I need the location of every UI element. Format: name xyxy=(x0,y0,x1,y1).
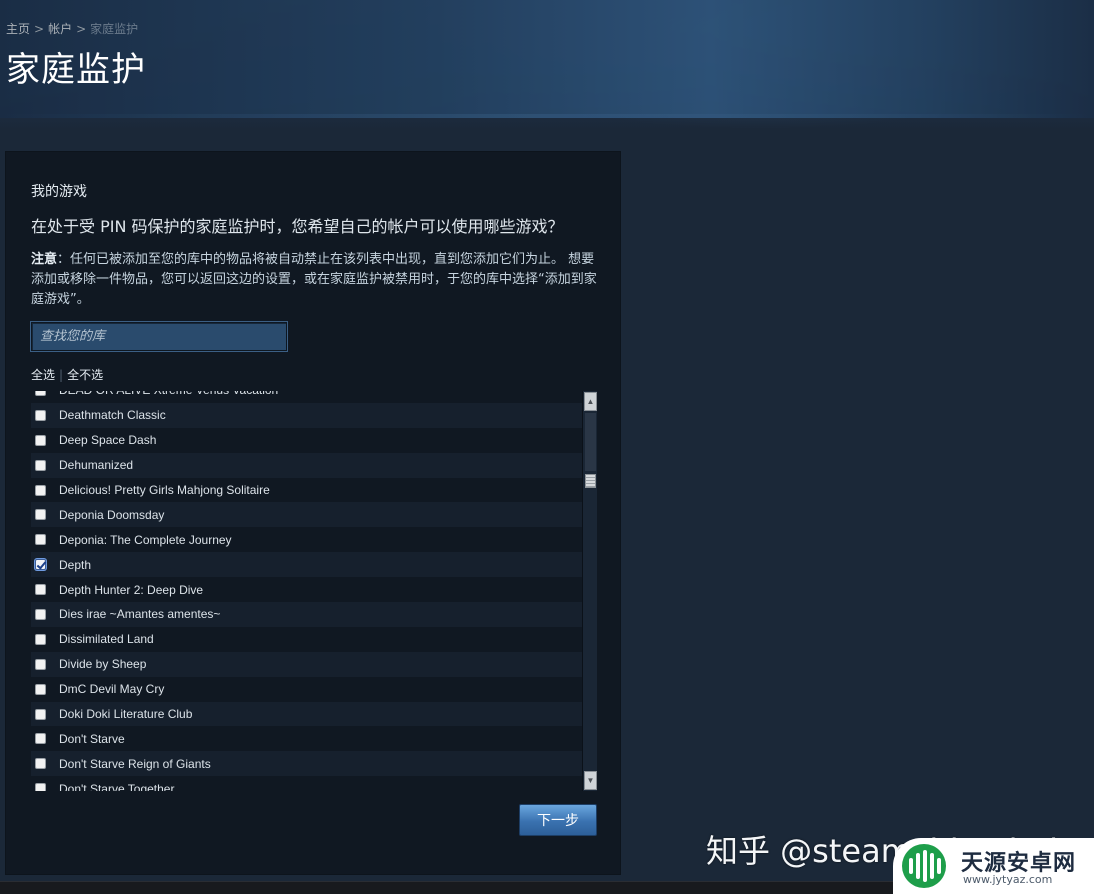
game-checkbox[interactable] xyxy=(35,534,46,546)
breadcrumb-separator: > xyxy=(76,22,87,36)
game-row[interactable]: DmC Devil May Cry xyxy=(31,676,582,702)
select-divider: | xyxy=(59,368,64,382)
breadcrumb-home[interactable]: 主页 xyxy=(6,22,30,36)
game-row[interactable]: Dissimilated Land xyxy=(31,626,582,652)
game-row[interactable]: Don't Starve Together xyxy=(31,776,582,791)
game-checkbox[interactable] xyxy=(35,758,46,770)
game-checkbox[interactable] xyxy=(35,391,46,396)
library-search-input[interactable] xyxy=(31,322,287,351)
game-row[interactable]: Deathmatch Classic xyxy=(31,402,582,428)
watermark-brand-url: www.jytyaz.com xyxy=(963,873,1053,886)
game-label: Divide by Sheep xyxy=(59,657,147,672)
list-scrollbar[interactable]: ▲ ▼ xyxy=(582,391,597,791)
game-checkbox[interactable] xyxy=(35,434,46,446)
select-links: 全选 | 全不选 xyxy=(31,366,103,383)
section-title: 我的游戏 xyxy=(31,184,87,200)
game-row[interactable]: Divide by Sheep xyxy=(31,651,582,677)
game-checkbox[interactable] xyxy=(35,559,46,571)
scroll-down-icon[interactable]: ▼ xyxy=(584,771,597,790)
game-row[interactable]: Depth xyxy=(31,552,582,578)
game-label: Dissimilated Land xyxy=(59,632,154,647)
breadcrumb-separator: > xyxy=(34,22,45,36)
game-checkbox[interactable] xyxy=(35,733,46,745)
game-checkbox[interactable] xyxy=(35,584,46,596)
game-row[interactable]: Don't Starve xyxy=(31,726,582,752)
breadcrumb-current: 家庭监护 xyxy=(90,22,139,36)
game-row[interactable]: Deponia: The Complete Journey xyxy=(31,527,582,553)
game-label: Depth Hunter 2: Deep Dive xyxy=(59,582,204,597)
game-checkbox[interactable] xyxy=(35,783,46,791)
game-label: DmC Devil May Cry xyxy=(59,682,165,697)
game-label: Deponia Doomsday xyxy=(59,507,165,522)
select-all-link[interactable]: 全选 xyxy=(31,368,55,382)
game-row[interactable]: Don't Starve Reign of Giants xyxy=(31,751,582,777)
game-checkbox[interactable] xyxy=(35,708,46,720)
game-row[interactable]: Deep Space Dash xyxy=(31,427,582,453)
note-body: ：任何已被添加至您的库中的物品将被自动禁止在该列表中出现，直到您添加它们为止。 … xyxy=(31,252,597,307)
game-label: Doki Doki Literature Club xyxy=(59,707,193,722)
game-label: Deathmatch Classic xyxy=(59,408,166,423)
header-band xyxy=(0,0,1094,118)
game-row[interactable]: Doki Doki Literature Club xyxy=(31,701,582,727)
game-checkbox[interactable] xyxy=(35,484,46,496)
game-row[interactable]: Dehumanized xyxy=(31,452,582,478)
game-checkbox[interactable] xyxy=(35,459,46,471)
game-row[interactable]: Depth Hunter 2: Deep Dive xyxy=(31,577,582,603)
game-row[interactable]: Deponia Doomsday xyxy=(31,502,582,528)
page-title: 家庭监护 xyxy=(6,50,146,90)
question-text: 在处于受 PIN 码保护的家庭监护时，您希望自己的帐户可以使用哪些游戏？ xyxy=(31,217,564,236)
game-checkbox[interactable] xyxy=(35,683,46,695)
note-text: 注意：任何已被添加至您的库中的物品将被自动禁止在该列表中出现，直到您添加它们为止… xyxy=(31,250,601,310)
game-label: Dies irae ~Amantes amentes~ xyxy=(59,607,221,622)
note-label: 注意 xyxy=(31,252,58,267)
next-step-button[interactable]: 下一步 xyxy=(519,804,597,836)
game-label: Delicious! Pretty Girls Mahjong Solitair… xyxy=(59,483,270,497)
game-label: DEAD OR ALIVE Xtreme Venus Vacation xyxy=(59,391,278,397)
game-label: Deponia: The Complete Journey xyxy=(59,532,232,547)
android-logo-icon xyxy=(902,844,946,888)
game-checkbox[interactable] xyxy=(35,409,46,421)
games-panel: 我的游戏 在处于受 PIN 码保护的家庭监护时，您希望自己的帐户可以使用哪些游戏… xyxy=(5,151,621,875)
scroll-up-icon[interactable]: ▲ xyxy=(584,392,597,411)
game-checkbox[interactable] xyxy=(35,658,46,670)
game-label: Don't Starve Together xyxy=(59,781,175,791)
game-checkbox[interactable] xyxy=(35,608,46,620)
game-list: DEAD OR ALIVE Xtreme Venus Vacation Death… xyxy=(31,391,582,791)
game-row[interactable]: DEAD OR ALIVE Xtreme Venus Vacation xyxy=(31,391,582,403)
select-none-link[interactable]: 全不选 xyxy=(67,368,103,382)
game-checkbox[interactable] xyxy=(35,509,46,521)
scroll-thumb[interactable] xyxy=(585,474,596,488)
game-label: Dehumanized xyxy=(59,458,134,473)
watermark-logo: 天源安卓网 www.jytyaz.com xyxy=(893,838,1094,894)
game-label: Don't Starve xyxy=(59,731,125,746)
game-label: Depth xyxy=(59,557,92,572)
game-row[interactable]: Delicious! Pretty Girls Mahjong Solitair… xyxy=(31,477,582,503)
game-list-viewport[interactable]: DEAD OR ALIVE Xtreme Venus Vacation Death… xyxy=(31,391,597,791)
game-label: Don't Starve Reign of Giants xyxy=(59,756,211,771)
breadcrumb: 主页 > 帐户 > 家庭监护 xyxy=(6,20,138,37)
scroll-track[interactable] xyxy=(585,413,596,471)
game-label: Deep Space Dash xyxy=(59,433,157,448)
game-row[interactable]: Dies irae ~Amantes amentes~ xyxy=(31,602,582,627)
breadcrumb-account[interactable]: 帐户 xyxy=(48,22,72,36)
game-checkbox[interactable] xyxy=(35,633,46,645)
